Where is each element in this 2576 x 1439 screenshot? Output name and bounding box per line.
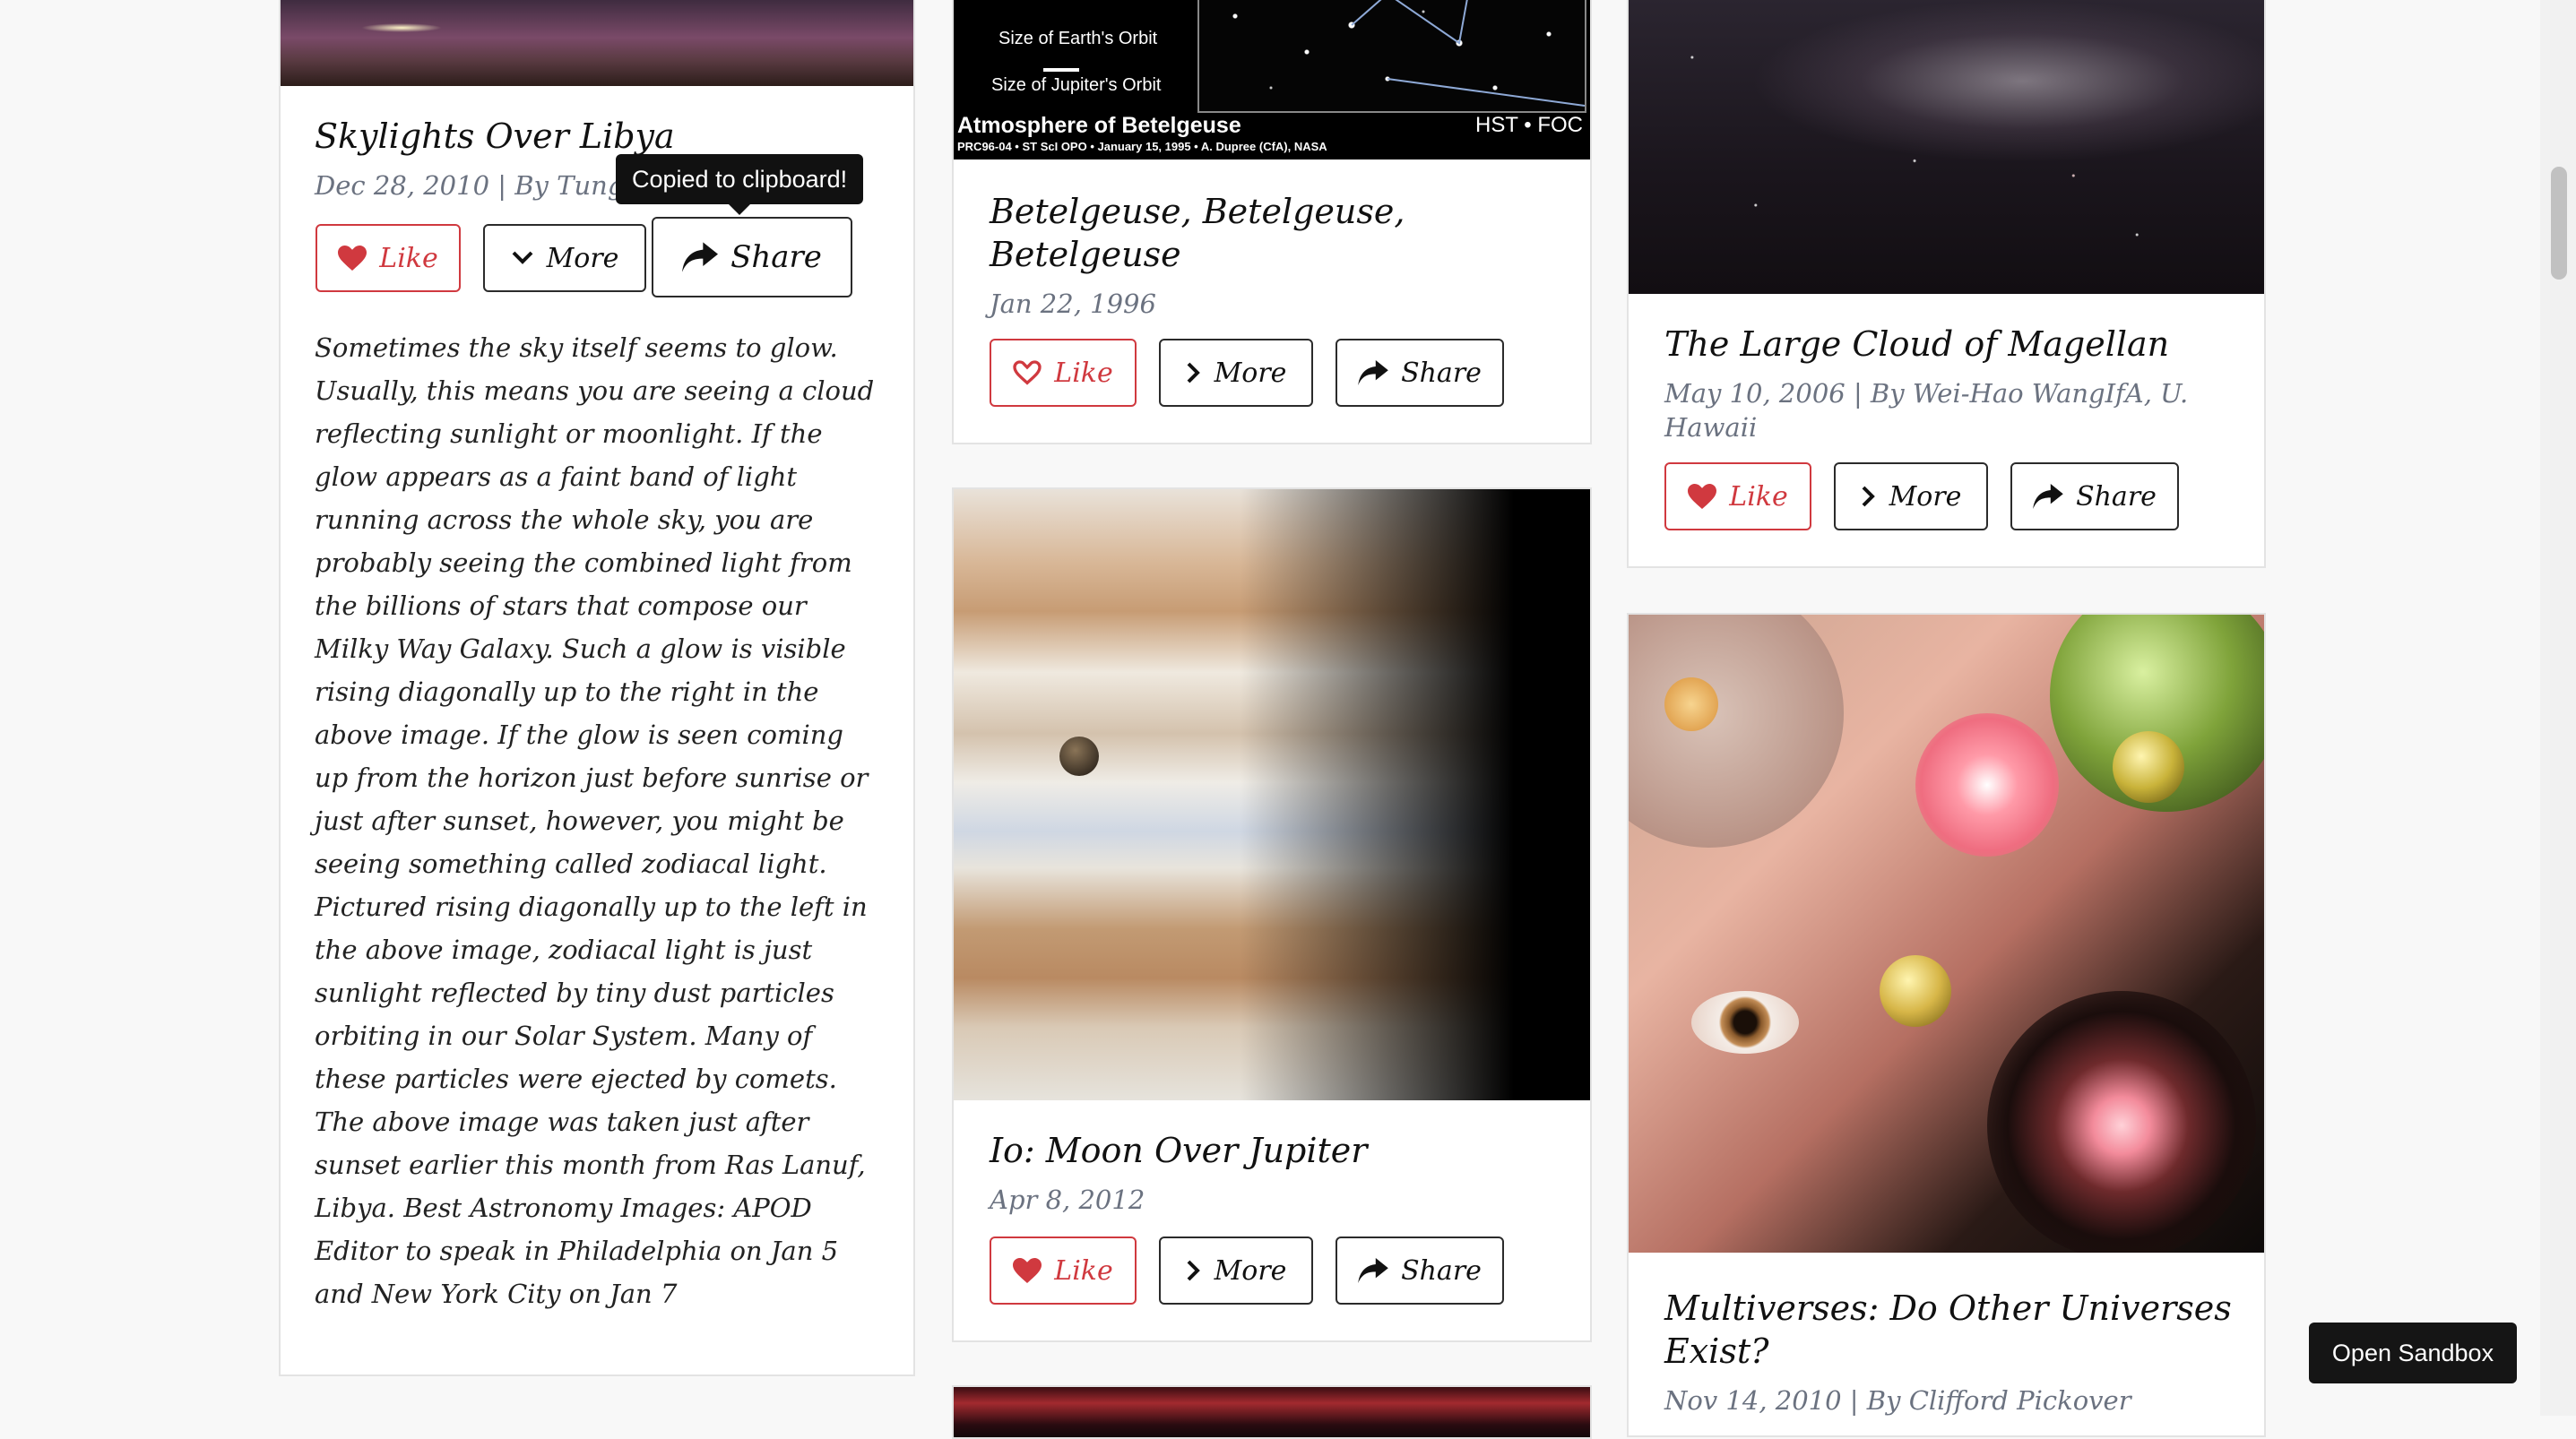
copied-tooltip: Copied to clipboard! xyxy=(616,154,864,215)
like-button[interactable]: Like xyxy=(1664,462,1811,530)
heart-icon xyxy=(1013,1258,1042,1283)
heart-icon xyxy=(338,246,367,271)
share-button[interactable]: Share xyxy=(1336,339,1504,407)
more-button[interactable]: More xyxy=(1159,1237,1313,1305)
more-label: More xyxy=(1214,357,1287,389)
card-title[interactable]: Io: Moon Over Jupiter xyxy=(990,1129,1367,1172)
io-moon xyxy=(1059,737,1099,776)
card-title[interactable]: Betelgeuse, Betelgeuse, Betelgeuse xyxy=(990,190,1474,276)
share-icon xyxy=(1358,1258,1388,1283)
card-meta: Jan 22, 1996 xyxy=(990,289,1156,319)
share-label: Share xyxy=(2076,480,2157,513)
card-image-io-jupiter[interactable] xyxy=(954,489,1590,1100)
share-icon xyxy=(2033,484,2063,509)
share-icon xyxy=(682,242,719,272)
open-sandbox-button[interactable]: Open Sandbox xyxy=(2309,1323,2517,1383)
card-title[interactable]: Multiverses: Do Other Universes Exist? xyxy=(1664,1287,2238,1373)
instrument-label: HST • FOC xyxy=(1475,113,1583,137)
share-icon xyxy=(1358,360,1388,385)
share-button[interactable]: Share xyxy=(652,217,852,297)
card-image-magellan[interactable] xyxy=(1629,0,2264,294)
apod-card-skylights: Skylights Over Libya Dec 28, 2010 | By T… xyxy=(279,0,915,1376)
card-title[interactable]: Skylights Over Libya xyxy=(315,115,675,158)
card-image-betelgeuse[interactable]: Size of Earth's Orbit Size of Jupiter's … xyxy=(954,0,1590,159)
more-button[interactable]: More xyxy=(1834,462,1988,530)
image-credit: PRC96-04 • ST ScI OPO • January 15, 1995… xyxy=(957,140,1327,153)
like-button[interactable]: Like xyxy=(990,339,1137,407)
more-label: More xyxy=(546,242,619,274)
like-button[interactable]: Like xyxy=(316,224,461,292)
chevron-right-icon xyxy=(1187,362,1200,383)
card-description: Sometimes the sky itself seems to glow. … xyxy=(315,332,875,1309)
chevron-right-icon xyxy=(1187,1260,1200,1281)
apod-card-multiverses: Multiverses: Do Other Universes Exist? N… xyxy=(1627,613,2266,1437)
more-label: More xyxy=(1214,1254,1287,1287)
share-button[interactable]: Share xyxy=(1336,1237,1504,1305)
card-image-multiverses[interactable] xyxy=(1629,615,2264,1253)
like-label: Like xyxy=(1054,1254,1113,1287)
more-button[interactable]: More xyxy=(1159,339,1313,407)
share-label: Share xyxy=(1401,357,1482,389)
chevron-right-icon xyxy=(1862,486,1875,507)
more-button[interactable]: More xyxy=(483,224,646,292)
apod-card-io: Io: Moon Over Jupiter Apr 8, 2012 Like M… xyxy=(952,487,1592,1342)
earth-orbit-label: Size of Earth's Orbit xyxy=(998,29,1158,48)
like-label: Like xyxy=(1729,480,1788,513)
image-caption: Atmosphere of Betelgeuse xyxy=(957,113,1241,138)
card-image-next[interactable] xyxy=(954,1387,1590,1437)
apod-card-betelgeuse: Size of Earth's Orbit Size of Jupiter's … xyxy=(952,0,1592,444)
card-meta: May 10, 2006 | By Wei-Hao WangIfA, U. Ha… xyxy=(1664,378,2189,443)
card-image-skylights[interactable] xyxy=(281,0,913,86)
jupiter-orbit-label: Size of Jupiter's Orbit xyxy=(991,75,1162,95)
heart-icon xyxy=(1688,484,1717,509)
share-label: Share xyxy=(730,239,822,275)
scrollbar-thumb[interactable] xyxy=(2551,167,2567,280)
like-label: Like xyxy=(1054,357,1113,389)
like-button[interactable]: Like xyxy=(990,1237,1137,1305)
card-title[interactable]: The Large Cloud of Magellan xyxy=(1664,323,2169,366)
card-meta: Dec 28, 2010 | By Tung xyxy=(315,170,625,201)
share-label: Share xyxy=(1401,1254,1482,1287)
card-meta: Nov 14, 2010 | By Clifford Pickover xyxy=(1664,1385,2131,1416)
heart-icon xyxy=(1013,360,1042,385)
orbit-scale-bar xyxy=(1043,68,1079,72)
apod-card-next xyxy=(952,1385,1592,1439)
share-button[interactable]: Share xyxy=(2010,462,2179,530)
card-meta: Apr 8, 2012 xyxy=(990,1185,1145,1215)
eye-graphic xyxy=(1691,991,1799,1054)
more-label: More xyxy=(1889,480,1962,513)
like-label: Like xyxy=(379,242,438,274)
apod-card-magellan: The Large Cloud of Magellan May 10, 2006… xyxy=(1627,0,2266,568)
chevron-down-icon xyxy=(512,251,532,264)
